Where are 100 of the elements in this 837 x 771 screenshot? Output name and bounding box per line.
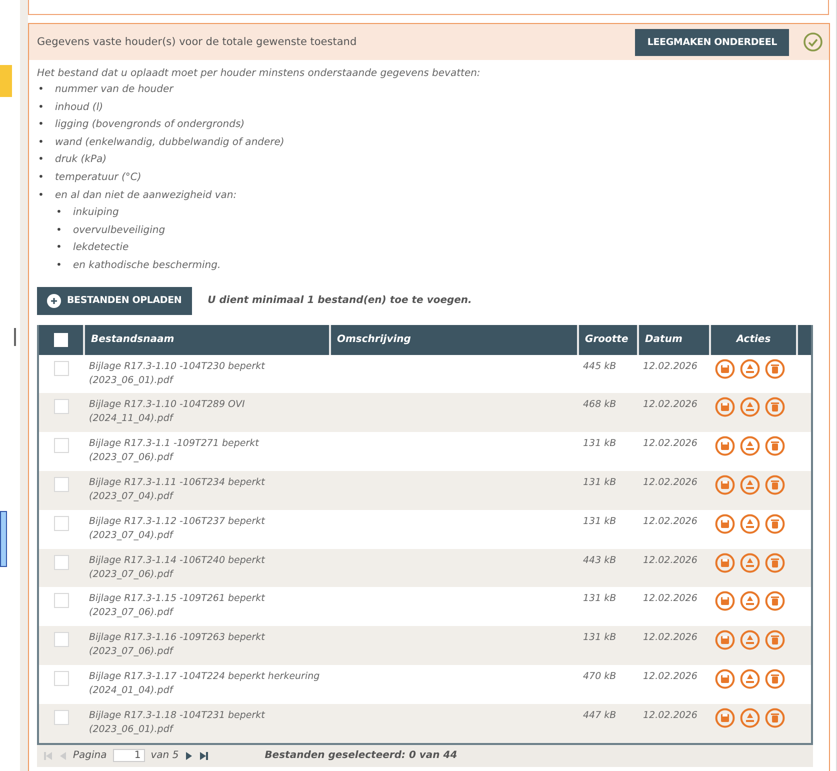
save-icon[interactable] bbox=[715, 436, 735, 456]
requirement-item: wand (enkelwandig, dubbelwandig of andere) bbox=[55, 136, 284, 150]
row-checkbox[interactable] bbox=[54, 360, 68, 376]
upload-icon[interactable] bbox=[740, 514, 760, 534]
next-page-icon[interactable] bbox=[184, 750, 193, 760]
trash-icon[interactable] bbox=[765, 514, 785, 534]
requirement-item: en kathodische bescherming. bbox=[73, 258, 221, 273]
trash-icon[interactable] bbox=[765, 591, 785, 612]
selection-count: Bestanden geselecteerd: 0 van 44 bbox=[264, 750, 458, 761]
row-checkbox[interactable] bbox=[54, 632, 68, 648]
file-name-cell: Bijlage R17.3-1.11 -106T234 beperkt (2023_07_04).pdf bbox=[89, 476, 265, 502]
bullet: • bbox=[37, 118, 45, 132]
file-size-cell: 468 kB bbox=[583, 399, 616, 410]
upload-icon[interactable] bbox=[740, 474, 760, 495]
file-size-cell: 131 kB bbox=[583, 593, 616, 604]
bullet: • bbox=[37, 153, 45, 168]
file-name-cell: Bijlage R17.3-1.16 -109T263 beperkt (2023_07_06).pdf bbox=[89, 632, 265, 658]
page-label: Pagina bbox=[73, 750, 107, 761]
trash-icon[interactable] bbox=[765, 358, 785, 379]
file-size-cell: 131 kB bbox=[583, 516, 616, 527]
page-input[interactable]: 1 bbox=[112, 749, 145, 762]
row-checkbox[interactable] bbox=[54, 670, 68, 686]
trash-icon[interactable] bbox=[765, 668, 785, 689]
bullet: • bbox=[37, 188, 45, 203]
date-cell: 12.02.2026 bbox=[643, 670, 698, 682]
trash-icon[interactable] bbox=[765, 397, 785, 418]
upload-icon[interactable] bbox=[740, 358, 760, 379]
sidebar-selection bbox=[0, 511, 7, 567]
row-checkbox[interactable] bbox=[54, 593, 68, 608]
save-icon[interactable] bbox=[715, 514, 735, 534]
save-icon[interactable] bbox=[715, 358, 735, 379]
row-checkbox[interactable] bbox=[54, 438, 68, 454]
bullet: • bbox=[37, 83, 45, 97]
trash-icon[interactable] bbox=[765, 436, 785, 456]
file-size-cell: 447 kB bbox=[583, 710, 616, 721]
upload-icon[interactable] bbox=[740, 436, 760, 456]
row-checkbox[interactable] bbox=[54, 476, 68, 492]
bullet: • bbox=[55, 258, 63, 273]
clear-section-button[interactable]: LEEGMAKEN ONDERDEEL bbox=[635, 28, 789, 56]
requirement-item: overvulbeveiliging bbox=[73, 224, 166, 238]
plus-circle-icon bbox=[47, 294, 61, 308]
save-icon[interactable] bbox=[715, 630, 735, 650]
upload-hint: U dient minimaal 1 bestand(en) toe te voegen. bbox=[208, 295, 472, 306]
upload-icon[interactable] bbox=[740, 591, 760, 612]
save-icon[interactable] bbox=[715, 474, 735, 495]
requirement-item: inhoud (l) bbox=[55, 100, 104, 115]
sidebar-divider bbox=[14, 328, 16, 346]
row-checkbox[interactable] bbox=[54, 710, 68, 725]
row-checkbox[interactable] bbox=[54, 399, 68, 414]
save-icon[interactable] bbox=[715, 668, 735, 689]
select-all-checkbox[interactable] bbox=[54, 332, 68, 347]
requirement-item: temperatuur (°C) bbox=[55, 170, 142, 185]
upload-icon[interactable] bbox=[740, 397, 760, 418]
date-cell: 12.02.2026 bbox=[643, 632, 698, 644]
intro-text: Het bestand dat u oplaadt moet per houder minstens onderstaande gegevens bevatten: bbox=[37, 68, 482, 79]
bullet: • bbox=[55, 241, 63, 256]
trash-icon[interactable] bbox=[765, 552, 785, 573]
save-icon[interactable] bbox=[715, 552, 735, 573]
upload-icon[interactable] bbox=[740, 668, 760, 689]
file-size-cell: 131 kB bbox=[583, 632, 616, 644]
file-name-cell: Bijlage R17.3-1.10 -104T289 OVI (2024_11_04).pdf bbox=[89, 399, 245, 424]
file-name-cell: Bijlage R17.3-1.18 -104T231 beperkt (2023_06_01).pdf bbox=[89, 710, 265, 735]
date-cell: 12.02.2026 bbox=[643, 710, 698, 721]
file-name-cell: Bijlage R17.3-1.1 -109T271 beperkt (2023_07_06).pdf bbox=[89, 438, 259, 464]
file-size-cell: 445 kB bbox=[583, 360, 616, 372]
save-icon[interactable] bbox=[715, 708, 735, 728]
upload-files-button[interactable]: BESTANDEN OPLADEN bbox=[37, 286, 192, 315]
file-name-cell: Bijlage R17.3-1.17 -104T224 beperkt herkeuring (2024_01_04).pdf bbox=[89, 670, 320, 696]
save-icon[interactable] bbox=[715, 591, 735, 612]
upload-icon[interactable] bbox=[740, 708, 760, 728]
requirement-item: lekdetectie bbox=[73, 241, 129, 256]
trash-icon[interactable] bbox=[765, 630, 785, 650]
trash-icon[interactable] bbox=[765, 708, 785, 728]
date-cell: 12.02.2026 bbox=[643, 516, 698, 527]
file-size-cell: 131 kB bbox=[583, 476, 616, 488]
bullet: • bbox=[37, 100, 45, 115]
sidebar-marker bbox=[0, 65, 12, 97]
file-name-cell: Bijlage R17.3-1.12 -106T237 beperkt (2023_07_04).pdf bbox=[89, 516, 265, 541]
requirement-item: druk (kPa) bbox=[55, 153, 107, 168]
section-title: Gegevens vaste houder(s) voor de totale gewenste toestand bbox=[37, 36, 358, 48]
requirement-item: en al dan niet de aanwezigheid van: bbox=[55, 188, 237, 203]
trash-icon[interactable] bbox=[765, 474, 785, 495]
date-cell: 12.02.2026 bbox=[643, 438, 698, 450]
upload-icon[interactable] bbox=[740, 552, 760, 573]
date-cell: 12.02.2026 bbox=[643, 554, 698, 566]
bullet: • bbox=[37, 136, 45, 150]
bullet: • bbox=[55, 206, 63, 220]
requirement-item: ligging (bovengronds of ondergronds) bbox=[55, 118, 245, 132]
row-checkbox[interactable] bbox=[54, 554, 68, 570]
file-size-cell: 131 kB bbox=[583, 438, 616, 450]
row-checkbox[interactable] bbox=[54, 516, 68, 531]
file-size-cell: 470 kB bbox=[583, 670, 616, 682]
bullet: • bbox=[55, 224, 63, 238]
file-name-cell: Bijlage R17.3-1.14 -106T240 beperkt (2023_07_06).pdf bbox=[89, 554, 265, 580]
save-icon[interactable] bbox=[715, 397, 735, 418]
file-size-cell: 443 kB bbox=[583, 554, 616, 566]
last-page-icon[interactable] bbox=[198, 750, 209, 760]
requirement-item: inkuiping bbox=[73, 206, 119, 220]
page-count: van 5 bbox=[150, 750, 179, 761]
upload-icon[interactable] bbox=[740, 630, 760, 650]
